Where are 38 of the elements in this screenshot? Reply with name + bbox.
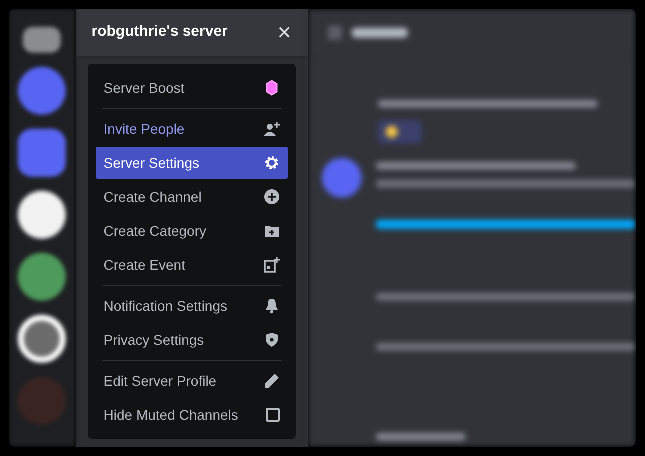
blurred-title: [352, 28, 408, 38]
menu-item-label: Create Category: [104, 222, 206, 241]
menu-item-label: Server Boost: [104, 78, 185, 98]
checkbox[interactable]: [266, 408, 280, 422]
settings-icon: [264, 155, 280, 171]
menu-item[interactable]: Create Event: [96, 249, 288, 281]
menu-item[interactable]: Create Category: [96, 215, 288, 247]
menu-item-label: Server Settings: [104, 154, 200, 173]
menu-item[interactable]: Invite People: [96, 113, 288, 145]
menu-item-label: Invite People: [104, 120, 185, 139]
menu-item-label: Hide Muted Channels: [104, 406, 238, 424]
menu-item[interactable]: Server Boost: [96, 72, 288, 104]
server-name: robguthrie's server: [92, 22, 228, 42]
channel-list-icon: [328, 26, 342, 40]
menu-item-label: Create Channel: [104, 188, 202, 206]
menu-item[interactable]: Server Settings: [96, 147, 288, 179]
gem-icon: [264, 80, 280, 96]
menu-item[interactable]: Hide Muted Channels: [96, 399, 288, 431]
pencil-icon: [264, 373, 280, 389]
menu-item-label: Privacy Settings: [104, 330, 204, 350]
bell-icon: [264, 298, 280, 314]
add-person-icon: [264, 121, 280, 137]
menu-item-label: Create Event: [104, 256, 186, 274]
plus-circle-icon: [264, 189, 280, 205]
menu-item[interactable]: Privacy Settings: [96, 324, 288, 356]
menu-item[interactable]: Notification Settings: [96, 290, 288, 322]
menu-item[interactable]: Create Channel: [96, 181, 288, 213]
close-button[interactable]: ✕: [277, 24, 292, 42]
server-icon[interactable]: [18, 315, 66, 363]
folder-plus-icon: [264, 223, 280, 239]
avatar: [322, 158, 362, 198]
menu-item-label: Notification Settings: [104, 296, 228, 316]
server-header[interactable]: robguthrie's server ✕: [76, 9, 308, 56]
server-icon[interactable]: [18, 191, 66, 239]
calendar-plus-icon: [264, 257, 280, 273]
menu-item-label: Edit Server Profile: [104, 372, 217, 390]
menu-item[interactable]: Edit Server Profile: [96, 365, 288, 397]
reaction-chip: [378, 120, 422, 144]
